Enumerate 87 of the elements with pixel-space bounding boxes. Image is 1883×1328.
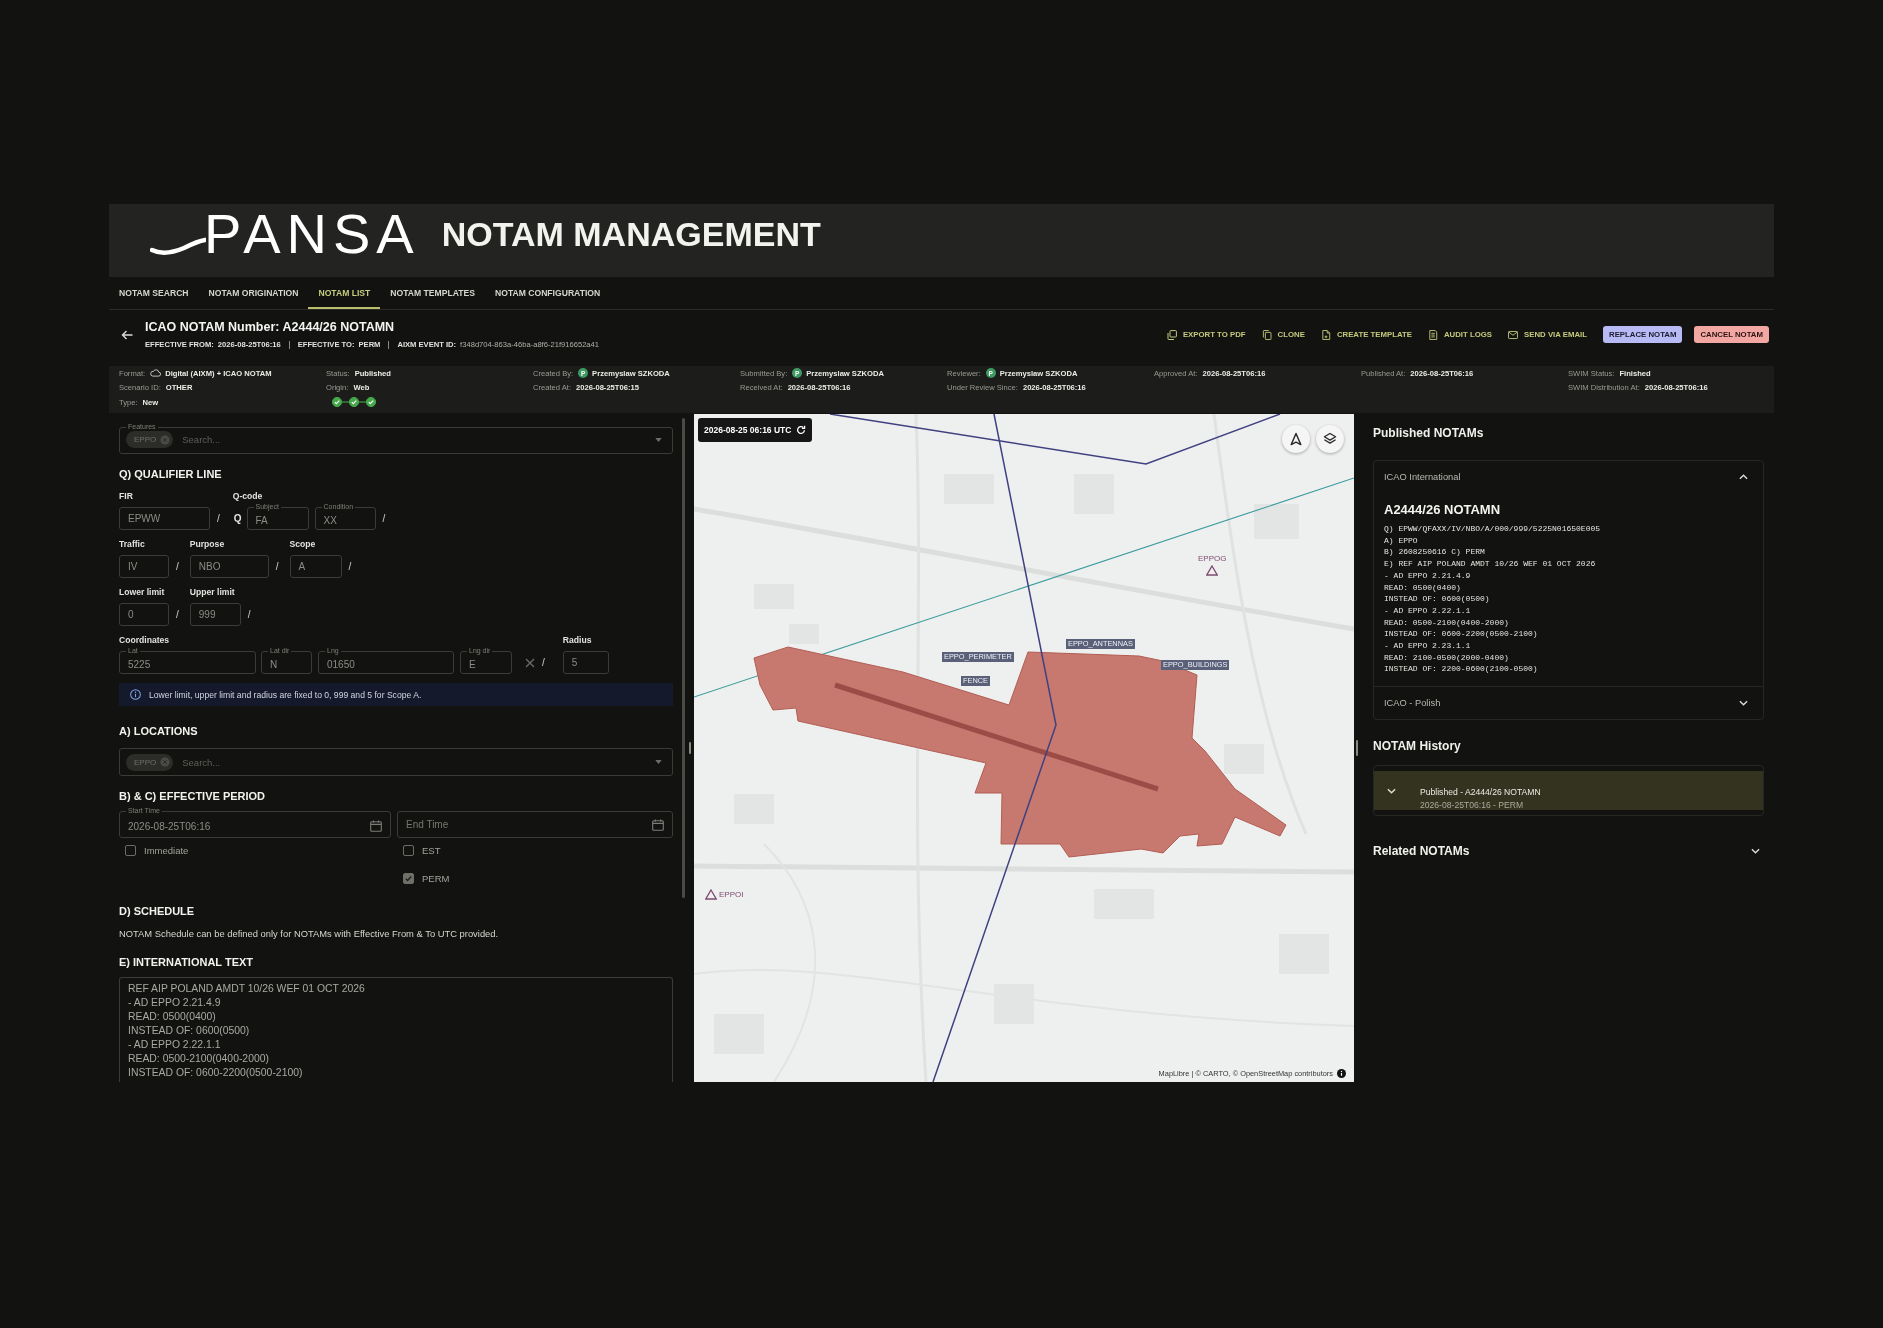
- navigation-arrow-icon: [1289, 432, 1303, 446]
- info-text: Lower limit, upper limit and radius are fixed to 0, 999 and 5 for Scope A.: [149, 689, 422, 700]
- nav-tab[interactable]: NOTAM ORIGINATION: [198, 277, 309, 309]
- accordion-header[interactable]: ICAO - Polish: [1374, 687, 1763, 720]
- copy-icon: [1261, 329, 1272, 340]
- field-label: Purpose: [189, 539, 226, 549]
- calendar-icon[interactable]: [652, 818, 664, 831]
- schedule-note: NOTAM Schedule can be defined only for NOTAMs with Effective From & To UTC provided.: [119, 928, 500, 940]
- q-prefix-text: Q: [233, 512, 242, 526]
- field-label: Lower limit: [119, 587, 166, 597]
- section-heading: D) SCHEDULE: [119, 905, 196, 917]
- field-label: Scope: [289, 539, 317, 549]
- separator-text: /: [275, 560, 279, 574]
- input-field[interactable]: IV: [119, 555, 169, 578]
- back-arrow-icon[interactable]: [121, 329, 133, 340]
- field-label: FIR: [119, 491, 134, 501]
- nav-tab[interactable]: NOTAM LIST: [308, 277, 381, 309]
- related-notams-header[interactable]: Related NOTAMs: [1373, 844, 1764, 859]
- input-field[interactable]: 5: [562, 651, 609, 674]
- caret-down-icon: [655, 760, 662, 764]
- section-heading: Q) QUALIFIER LINE: [119, 468, 223, 480]
- scrollbar-thumb[interactable]: [682, 418, 685, 898]
- separator-text: /: [176, 560, 179, 574]
- triangle-marker-icon[interactable]: [705, 889, 717, 900]
- timestamp-text: 2026-08-25 06:16 UTC: [704, 425, 792, 435]
- calendar-icon[interactable]: [370, 820, 382, 832]
- input-field[interactable]: 0: [119, 603, 169, 626]
- app-title: NOTAM MANAGEMENT: [441, 214, 821, 254]
- nav-tab[interactable]: NOTAM CONFIGURATION: [485, 277, 611, 309]
- envelope-icon: [1508, 329, 1519, 340]
- input-field[interactable]: A: [289, 555, 342, 578]
- section-heading: E) INTERNATIONAL TEXT: [119, 956, 255, 968]
- checkbox-label: PERM: [422, 872, 450, 884]
- layers-button[interactable]: [1316, 425, 1344, 453]
- checkbox[interactable]: [125, 844, 136, 856]
- field-label: Traffic: [119, 539, 146, 549]
- input-field[interactable]: NBO: [189, 555, 269, 578]
- north-arrow-button[interactable]: [1282, 425, 1310, 453]
- marker-label: EPPOI: [719, 890, 744, 899]
- date-field[interactable]: End Time: [397, 811, 673, 838]
- stacked-pages-icon: [1166, 329, 1177, 340]
- section-heading: NOTAM History: [1373, 739, 1462, 754]
- field-label: Upper limit: [189, 587, 236, 597]
- section-heading: Published NOTAMs: [1373, 426, 1485, 440]
- checkbox[interactable]: [403, 844, 414, 856]
- field-label: Radius: [562, 635, 593, 645]
- separator-text: /: [247, 608, 251, 622]
- nav-tab[interactable]: NOTAM TEMPLATES: [380, 277, 485, 309]
- triangle-marker-icon[interactable]: [1206, 565, 1219, 576]
- cloud-icon: [150, 369, 162, 378]
- history-subtitle: 2026-08-25T06:16 - PERM: [1420, 799, 1525, 812]
- accordion-header[interactable]: ICAO International: [1374, 461, 1763, 493]
- separator-text: /: [542, 656, 545, 670]
- text-area-field[interactable]: REF AIP POLAND AMDT 10/26 WEF 01 OCT 2026 - AD EPPO 2.21.4.9 READ: 0500(0400) INSTEAD OF: 0600(0500) - AD EPPO 2.22.1.1 READ: 0500-2100(0400-2000) INSTEAD OF: 0600-2200(0500-2100): [119, 977, 673, 1082]
- section-heading: B) & C) EFFECTIVE PERIOD: [119, 790, 267, 802]
- layers-icon: [1323, 432, 1337, 446]
- separator-text: /: [348, 560, 352, 574]
- separator-text: /: [382, 512, 386, 526]
- document-icon: [1320, 329, 1331, 340]
- list-icon: [1427, 329, 1438, 340]
- checkbox[interactable]: [403, 872, 414, 884]
- notam-text: Q) EPWW/QFAXX/IV/NBO/A/000/999/5225N01650E005 A) EPPO B) 2608250616 C) PERM E) REF AIP POLAND AMDT 10/26 WEF 01 OCT 2026 - AD EPPO 2.21.4.9 READ: 0500(0400) INSTEAD OF: 0600(0500) - AD EPPO 2.22.1.1 READ: 0500-2100(0400-2000) INSTEAD OF: 0600-2200(0500-2100) - AD EPPO 2.23.1.1 READ: 2100-0500(2000-0400) INSTEAD OF: 2200-0600(2100-0500): [1384, 523, 1602, 676]
- history-item[interactable]: Published - A2444/26 NOTAMN 2026-08-25T06:16 - PERM: [1374, 771, 1763, 811]
- info-icon: [130, 689, 141, 700]
- notam-title: ICAO NOTAM Number: A2444/26 NOTAMN: [145, 320, 396, 334]
- field-label: Q-code: [232, 491, 264, 501]
- nav-tab[interactable]: NOTAM SEARCH: [109, 277, 199, 309]
- checkbox-label: Immediate: [144, 844, 189, 856]
- field-label: Coordinates: [119, 635, 171, 645]
- marker-label: EPPOG: [1198, 554, 1227, 563]
- notam-id: A2444/26 NOTAMN: [1384, 502, 1502, 518]
- resize-handle[interactable]: [1356, 740, 1358, 756]
- input-field[interactable]: EPWW: [119, 507, 210, 530]
- close-icon[interactable]: [525, 657, 535, 668]
- input-field[interactable]: 999: [189, 603, 241, 626]
- section-heading: A) LOCATIONS: [119, 725, 199, 737]
- history-title: Published - A2444/26 NOTAMN: [1420, 786, 1541, 799]
- separator-text: /: [176, 608, 179, 622]
- logo-wordmark: PANSA: [204, 209, 420, 259]
- separator-text: /: [217, 512, 220, 526]
- info-icon[interactable]: [1337, 1069, 1346, 1078]
- aerodrome-area-shape[interactable]: [753, 646, 1287, 858]
- checkbox-label: EST: [422, 844, 441, 856]
- refresh-icon[interactable]: [796, 425, 807, 435]
- chevron-down-icon[interactable]: [1387, 787, 1396, 794]
- caret-down-icon: [655, 437, 662, 442]
- resize-handle[interactable]: [689, 742, 691, 754]
